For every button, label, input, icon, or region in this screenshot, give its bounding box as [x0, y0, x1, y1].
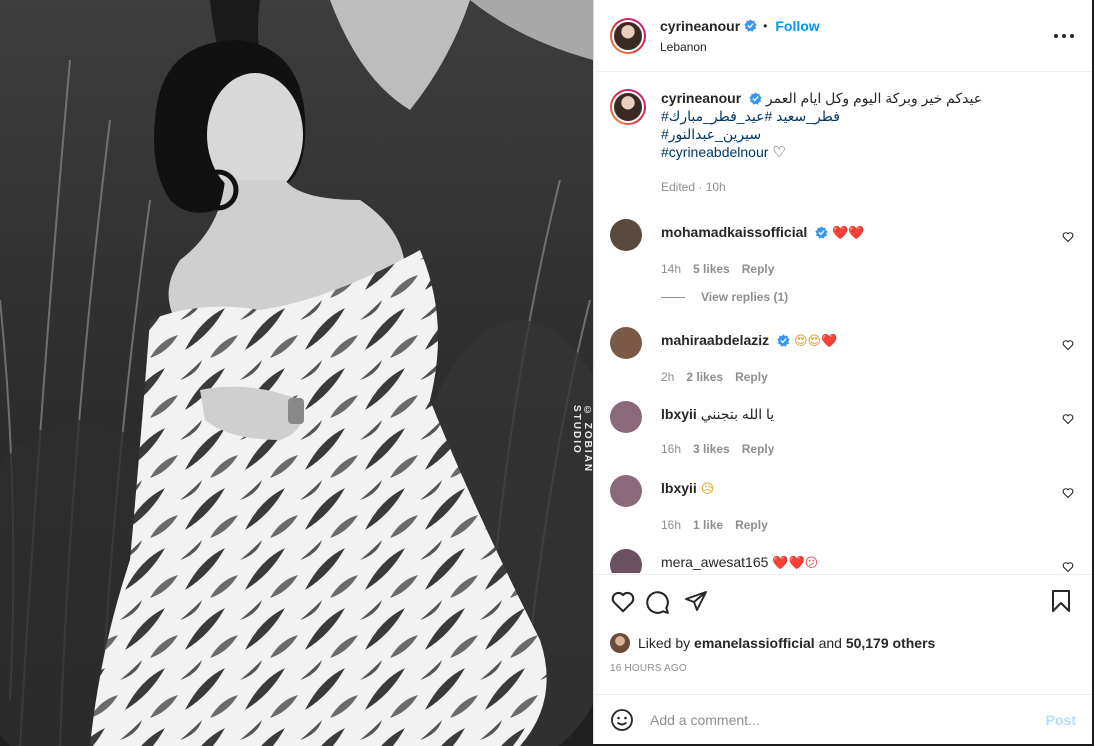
comment-username[interactable]: lbxyii [661, 480, 697, 496]
comment-item: mera_awesat165 ❤️❤️😕 [610, 549, 1080, 573]
comment-like-icon[interactable] [1062, 413, 1074, 425]
comment-text: 😥 [700, 482, 715, 497]
replies-line [661, 296, 685, 298]
comment-item: lbxyii يا الله بتجنني 16h 3 likes Reply [610, 401, 1080, 458]
verified-badge-icon [744, 19, 757, 32]
post-comment-button[interactable]: Post [1046, 712, 1076, 728]
comment-item: lbxyii 😥 16h 1 like Reply [610, 475, 1080, 534]
comment-text: 😍😍❤️ [793, 334, 838, 349]
comment-avatar[interactable] [610, 327, 642, 359]
liked-by-prefix: Liked by [638, 635, 691, 651]
comment-like-icon[interactable] [1062, 487, 1074, 499]
comment-avatar[interactable] [610, 401, 642, 433]
comment-reply-button[interactable]: Reply [735, 370, 768, 384]
comment-time[interactable]: 14h [661, 262, 681, 276]
comment-likes[interactable]: 2 likes [686, 370, 723, 384]
comment-reply-button[interactable]: Reply [742, 262, 775, 276]
likes-summary: Liked by emanelassiofficial and 50,179 o… [610, 633, 935, 653]
view-replies-label[interactable]: View replies (1) [701, 290, 788, 304]
liked-by-user[interactable]: emanelassiofficial [694, 635, 815, 651]
add-comment-bar: Add a comment... Post [594, 694, 1092, 744]
save-bookmark-icon[interactable] [1050, 589, 1072, 613]
caption-meta: Edited · 10h [661, 180, 726, 194]
comment-like-icon[interactable] [1062, 561, 1074, 573]
post-location[interactable]: Lebanon [660, 40, 820, 54]
verified-badge-icon [777, 334, 790, 347]
comment-like-icon[interactable] [1062, 339, 1074, 351]
comment-username[interactable]: mahiraabdelaziz [661, 332, 769, 348]
separator-dot: • [763, 18, 768, 33]
comment-time[interactable]: 16h [661, 442, 681, 456]
comment-input[interactable]: Add a comment... [650, 712, 1046, 728]
caption-text: عيدكم خير وبركة اليوم وكل ايام العمر [765, 90, 983, 106]
comment-username[interactable]: lbxyii [661, 406, 697, 422]
comment-username[interactable]: mohamadkaissofficial [661, 224, 807, 240]
post-actions: Liked by emanelassiofficial and 50,179 o… [594, 574, 1092, 694]
comment-time[interactable]: 16h [661, 518, 681, 532]
comment-avatar[interactable] [610, 475, 642, 507]
follow-button[interactable]: Follow [775, 18, 819, 34]
share-paper-plane-icon[interactable] [684, 589, 708, 613]
comment-text: يا الله بتجنني [700, 406, 775, 422]
liked-by-others[interactable]: 50,179 others [846, 635, 936, 651]
post-caption: cyrineanour عيدكم خير وبركة اليوم وكل اي… [610, 89, 1070, 196]
comment-likes[interactable]: 1 like [693, 518, 723, 532]
comment-bubble-icon[interactable] [644, 589, 670, 615]
caption-username[interactable]: cyrineanour [661, 90, 741, 106]
author-avatar[interactable] [610, 17, 646, 54]
liker-avatar[interactable] [610, 633, 630, 653]
comment-avatar[interactable] [610, 549, 642, 573]
comment-username[interactable]: mera_awesat165 [661, 554, 768, 570]
author-username[interactable]: cyrineanour [660, 18, 740, 34]
comment-item: mahiraabdelaziz 😍😍❤️ 2h 2 likes Reply [610, 327, 1080, 386]
comments-list[interactable]: cyrineanour عيدكم خير وبركة اليوم وكل اي… [594, 73, 1092, 573]
comment-like-icon[interactable] [1062, 231, 1074, 243]
comment-item: mohamadkaissofficial ❤️❤️ 14h 5 likes Repl… [610, 219, 1080, 278]
emoji-smiley-icon[interactable] [610, 708, 634, 732]
more-options-icon[interactable] [1054, 26, 1074, 46]
post-photo[interactable]: © ZOBIAN STUDIO [0, 0, 593, 746]
comment-time[interactable]: 2h [661, 370, 674, 384]
photo-watermark: © ZOBIAN STUDIO [571, 405, 593, 474]
like-heart-icon[interactable] [610, 589, 636, 615]
comment-reply-button[interactable]: Reply [742, 442, 775, 456]
comment-avatar[interactable] [610, 219, 642, 251]
comment-likes[interactable]: 5 likes [693, 262, 730, 276]
comment-text: ❤️❤️ [832, 226, 865, 241]
comment-text: ❤️❤️😕 [772, 556, 819, 571]
caption-avatar[interactable] [610, 89, 646, 125]
liked-by-and: and [818, 635, 842, 651]
verified-badge-icon [749, 92, 762, 105]
caption-hashtag-latin[interactable]: #cyrineabdelnour [661, 144, 768, 160]
post-time-ago[interactable]: 16 HOURS AGO [610, 663, 687, 674]
comment-likes[interactable]: 3 likes [693, 442, 730, 456]
verified-badge-icon [815, 226, 828, 239]
post-header: cyrineanour • Follow Lebanon [594, 0, 1092, 72]
post-modal: © ZOBIAN STUDIO cyrineanour • Follow Leb… [0, 0, 1094, 746]
comment-reply-button[interactable]: Reply [735, 518, 768, 532]
caption-hashtag[interactable]: #سيرين_عبدالنور [661, 126, 761, 142]
view-replies-button[interactable]: View replies (1) [661, 290, 788, 304]
author-info: cyrineanour • Follow Lebanon [660, 18, 820, 54]
photo-illustration [0, 0, 593, 746]
post-side-panel: cyrineanour • Follow Lebanon cyrineanour… [593, 0, 1092, 744]
caption-hashtags[interactable]: #فطر_سعيد #عيد_فطر_مبارك [661, 108, 840, 124]
caption-heart: ♡ [772, 143, 786, 161]
